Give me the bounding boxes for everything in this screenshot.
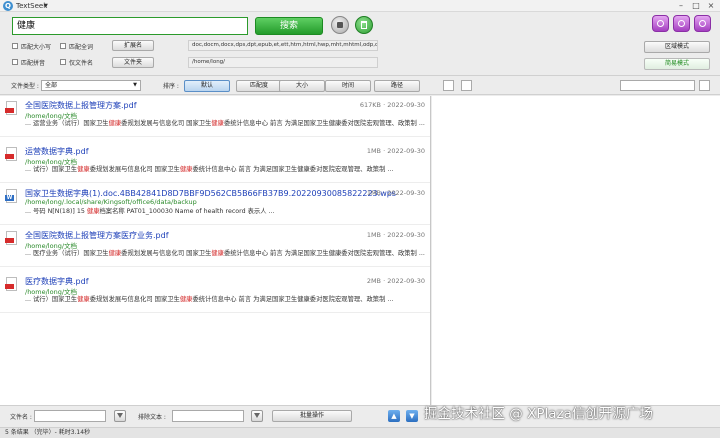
pdf-icon <box>5 231 17 245</box>
search-input[interactable]: 健康 <box>12 17 248 35</box>
result-meta: 617KB · 2022-09-30 <box>359 101 425 109</box>
title-bar <box>0 0 720 12</box>
pdf-icon <box>5 147 17 161</box>
watermark: 掘金技术社区 @ XPlaza信创开源广场 <box>424 406 653 422</box>
match-pinyin-label: 匹配拼音 <box>21 59 46 67</box>
extensions-field[interactable]: doc,docm,docx,dps,dpt,epub,et,ett,htm,ht… <box>188 40 378 51</box>
result-snippet: ... 号码 N[N(18)] 15 健康档案名称 PAT01_100030 N… <box>25 208 275 215</box>
gear-icon[interactable] <box>673 15 690 32</box>
preview-search-input[interactable] <box>620 80 695 91</box>
minimize-button[interactable]: – <box>674 0 688 11</box>
trash-icon <box>361 21 367 29</box>
arrow-up-icon[interactable]: ▲ <box>388 410 400 422</box>
filetype-select[interactable]: 全部 ▼ <box>41 80 141 91</box>
filter-funnel-icon[interactable] <box>114 410 126 422</box>
pdf-icon <box>5 277 17 291</box>
filename-only-checkbox[interactable]: 仅文件名 <box>60 57 93 67</box>
filetype-value: 全部 <box>45 82 58 89</box>
sort-label: 排序 : <box>163 83 179 90</box>
result-item[interactable]: 运营数据字典.pdf 1MB · 2022-09-30 /home/long/文… <box>0 142 430 183</box>
result-path: /home/long/.local/share/Kingsoft/office6… <box>25 198 197 206</box>
result-snippet: ... 运营业务（试行）国家卫生健康委规划发展与信息化司 国家卫生健康委统计信息… <box>25 120 425 127</box>
app-menu-arrow-icon[interactable]: ▼ <box>44 1 48 11</box>
checkbox-icon <box>60 59 66 65</box>
match-whole-label: 匹配全词 <box>69 43 94 51</box>
filter-funnel-icon[interactable] <box>251 410 263 422</box>
stop-button[interactable] <box>331 16 349 34</box>
sort-size-button[interactable]: 大小 <box>279 80 325 92</box>
close-button[interactable]: × <box>704 0 718 11</box>
result-meta: 1MB · 2022-09-30 <box>366 189 425 197</box>
sort-relevance-button[interactable]: 匹配度 <box>236 80 282 92</box>
result-item[interactable]: 全国医院数据上报管理方案.pdf 617KB · 2022-09-30 /hom… <box>0 96 430 137</box>
result-item[interactable]: 全国医院数据上报管理方案医疗业务.pdf 1MB · 2022-09-30 /h… <box>0 226 430 267</box>
folder-button[interactable]: 文件夹 <box>112 57 154 68</box>
result-snippet: ... 试行）国家卫生健康委规划发展与信息化司 国家卫生健康委统计信息中心 前言… <box>25 166 394 173</box>
extensions-button[interactable]: 扩展名 <box>112 40 154 51</box>
maximize-button[interactable]: □ <box>689 0 703 11</box>
settings-icon[interactable] <box>652 15 669 32</box>
stop-icon <box>337 22 343 28</box>
arrow-down-icon[interactable]: ▼ <box>406 410 418 422</box>
search-button[interactable]: 搜索 <box>255 17 323 35</box>
filename-filter-input[interactable] <box>34 410 106 422</box>
result-meta: 1MB · 2022-09-30 <box>366 231 425 239</box>
status-text: 5 条结果 （完毕）- 耗时3.14秒 <box>5 429 91 436</box>
sort-default-button[interactable]: 默认 <box>184 80 230 92</box>
match-whole-checkbox[interactable]: 匹配全词 <box>60 41 93 51</box>
pdf-icon <box>5 101 17 115</box>
checkbox-icon <box>60 43 66 49</box>
result-snippet: ... 试行）国家卫生健康委规划发展与信息化司 国家卫生健康委统计信息中心 前言… <box>25 296 394 303</box>
result-snippet: ... 医疗业务（试行）国家卫生健康委规划发展与信息化司 国家卫生健康委统计信息… <box>25 250 425 257</box>
preview-panel <box>432 96 720 405</box>
filetype-label: 文件类型 : <box>11 83 39 90</box>
filename-only-label: 仅文件名 <box>69 59 94 67</box>
folder-field[interactable]: /home/long/ <box>188 57 378 68</box>
result-item[interactable]: 医疗数据字典.pdf 2MB · 2022-09-30 /home/long/文… <box>0 272 430 313</box>
match-case-checkbox[interactable]: 匹配大小写 <box>12 41 51 51</box>
checkbox-icon <box>12 59 18 65</box>
app-title: TextSeek <box>16 2 48 10</box>
match-case-label: 匹配大小写 <box>21 43 52 51</box>
preview-prev-icon[interactable] <box>443 80 454 91</box>
batch-operation-button[interactable]: 批量操作 <box>272 410 352 422</box>
preview-copy-icon[interactable] <box>461 80 472 91</box>
filename-filter-label: 文件名 : <box>10 414 32 421</box>
result-item[interactable]: 国家卫生数据字典(1).doc.4BB42841D8D7BBF9D562CB5B… <box>0 184 430 225</box>
match-pinyin-checkbox[interactable]: 匹配拼音 <box>12 57 45 67</box>
app-logo-icon: Q <box>3 1 13 11</box>
checkbox-icon <box>12 43 18 49</box>
clear-button[interactable] <box>355 16 373 34</box>
results-list: 全国医院数据上报管理方案.pdf 617KB · 2022-09-30 /hom… <box>0 96 431 405</box>
exclude-text-input[interactable] <box>172 410 244 422</box>
wps-icon <box>5 189 17 203</box>
simple-mode-button[interactable]: 简易模式 <box>644 58 710 70</box>
tools-icon[interactable] <box>694 15 711 32</box>
exclude-text-label: 排除文本 : <box>138 414 166 421</box>
sort-time-button[interactable]: 时间 <box>325 80 371 92</box>
status-bar <box>0 427 720 438</box>
result-meta: 2MB · 2022-09-30 <box>366 277 425 285</box>
chevron-down-icon: ▼ <box>133 82 137 88</box>
area-mode-button[interactable]: 区域模式 <box>644 41 710 53</box>
result-meta: 1MB · 2022-09-30 <box>366 147 425 155</box>
sort-path-button[interactable]: 路径 <box>374 80 420 92</box>
preview-find-icon[interactable] <box>699 80 710 91</box>
